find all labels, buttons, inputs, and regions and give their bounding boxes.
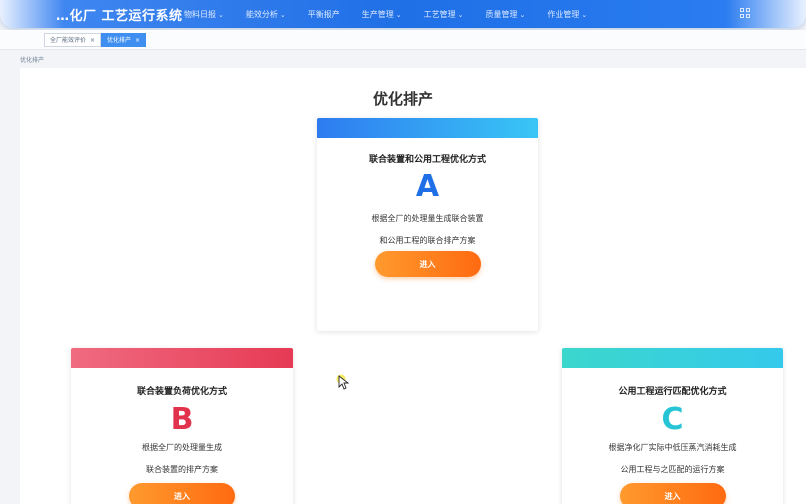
- card-title: 公用工程运行匹配优化方式: [618, 387, 727, 397]
- menu-item-material-daily[interactable]: 物料日报 ⌄: [184, 9, 224, 20]
- card-header-bar: [562, 348, 783, 368]
- card-title: 联合装置负荷优化方式: [136, 387, 227, 397]
- chevron-down-icon: ⌄: [581, 11, 588, 19]
- tab-energy-evaluation[interactable]: 全厂能效评价 ×: [44, 33, 102, 47]
- close-icon[interactable]: ×: [90, 37, 95, 44]
- card-letter: C: [661, 402, 684, 437]
- card-description: 根据全厂的处理量生成 联合装置的排产方案: [71, 437, 293, 481]
- card-description-line: 根据全厂的处理量生成: [142, 443, 222, 452]
- card-description-line: 根据全厂的处理量生成联合装置: [371, 214, 484, 223]
- option-card-b: 联合装置负荷优化方式 B 根据全厂的处理量生成 联合装置的排产方案 进入: [71, 348, 293, 504]
- card-letter: A: [415, 169, 440, 204]
- chevron-down-icon: ⌄: [519, 11, 526, 19]
- card-description-line: 公用工程与之匹配的运行方案: [620, 465, 725, 474]
- card-description: 根据净化厂实际中低压蒸汽消耗生成 公用工程与之匹配的运行方案: [562, 437, 783, 481]
- app-title: …化厂 工艺运行系统: [56, 9, 183, 24]
- menu-item-label: 质量管理: [485, 10, 518, 19]
- top-navigation-bar: …化厂 工艺运行系统 物料日报 ⌄ 能效分析 ⌄ 平衡报产 生产管理 ⌄ 工艺管理 ⌄ …: [0, 0, 806, 28]
- card-description: 根据全厂的处理量生成联合装置 和公用工程的联合排产方案: [317, 208, 538, 252]
- card-description-line: 根据净化厂实际中低压蒸汽消耗生成: [608, 443, 737, 452]
- breadcrumb: 优化排产: [20, 57, 45, 64]
- menu-item-production[interactable]: 生产管理 ⌄: [362, 9, 402, 20]
- page-tabs: 全厂能效评价 × 优化排产 ×: [0, 30, 806, 50]
- menu-item-process[interactable]: 工艺管理 ⌄: [424, 9, 464, 20]
- menu-item-label: 平衡报产: [307, 10, 340, 19]
- apps-grid-icon[interactable]: [740, 8, 750, 18]
- tab-optimization[interactable]: 优化排产 ×: [101, 33, 147, 47]
- mouse-pointer-icon: [336, 374, 350, 390]
- menu-item-label: 工艺管理: [423, 10, 456, 19]
- enter-button-a[interactable]: 进入: [374, 251, 481, 277]
- menu-item-label: 物料日报: [184, 10, 216, 19]
- main-menu: 物料日报 ⌄ 能效分析 ⌄ 平衡报产 生产管理 ⌄ 工艺管理 ⌄ 质量管理 ⌄ 作业管理 ⌄: [184, 9, 609, 20]
- chevron-down-icon: ⌄: [218, 11, 224, 19]
- menu-item-label: 生产管理: [361, 10, 394, 19]
- tab-label: 优化排产: [107, 37, 132, 44]
- page-title: 优化排产: [372, 90, 433, 108]
- close-icon[interactable]: ×: [135, 37, 140, 44]
- card-letter: B: [170, 402, 194, 437]
- chevron-down-icon: ⌄: [457, 11, 464, 19]
- menu-item-energy-analysis[interactable]: 能效分析 ⌄: [246, 9, 286, 20]
- menu-item-operation[interactable]: 作业管理 ⌄: [547, 9, 587, 20]
- card-description-line: 和公用工程的联合排产方案: [379, 236, 476, 245]
- card-header-bar: [71, 348, 293, 368]
- card-title: 联合装置和公用工程优化方式: [368, 155, 486, 165]
- option-card-a: 联合装置和公用工程优化方式 A 根据全厂的处理量生成联合装置 和公用工程的联合排…: [317, 118, 538, 331]
- menu-item-balance[interactable]: 平衡报产: [308, 9, 340, 20]
- enter-button-c[interactable]: 进入: [619, 483, 726, 504]
- menu-item-label: 作业管理: [547, 10, 580, 19]
- chevron-down-icon: ⌄: [279, 11, 286, 19]
- card-description-line: 联合装置的排产方案: [146, 465, 218, 474]
- chevron-down-icon: ⌄: [395, 11, 402, 19]
- enter-button-b[interactable]: 进入: [129, 483, 235, 504]
- menu-item-quality[interactable]: 质量管理 ⌄: [486, 9, 526, 20]
- card-header-bar: [317, 118, 538, 138]
- tab-label: 全厂能效评价: [50, 37, 87, 44]
- option-card-c: 公用工程运行匹配优化方式 C 根据净化厂实际中低压蒸汽消耗生成 公用工程与之匹配…: [562, 348, 783, 504]
- menu-item-label: 能效分析: [245, 10, 278, 19]
